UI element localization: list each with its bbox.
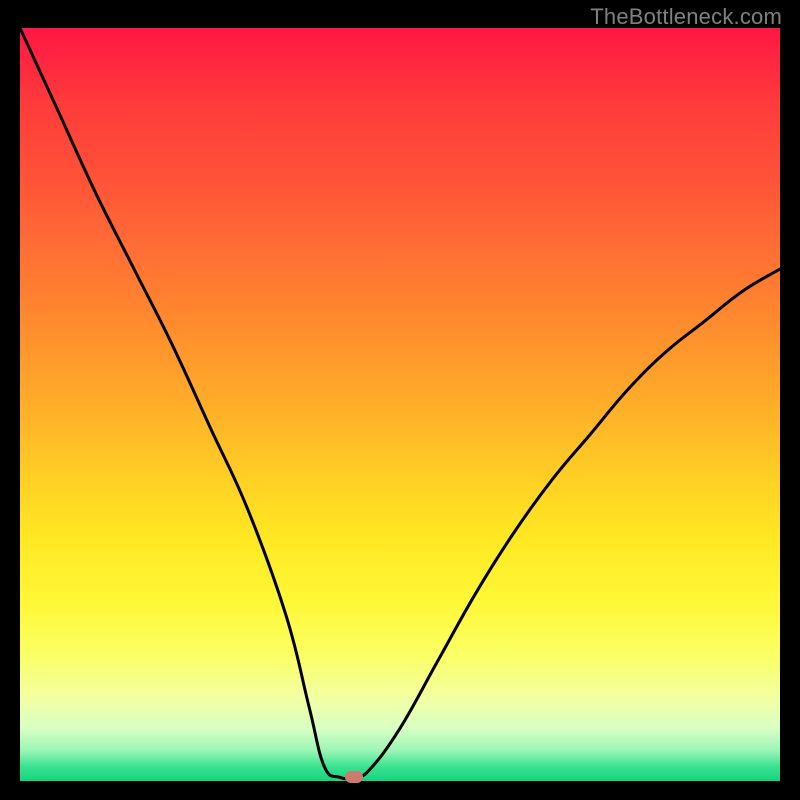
curve-overlay (20, 28, 780, 781)
bottleneck-curve (20, 28, 780, 779)
optimal-point-marker (345, 771, 363, 783)
chart-frame: TheBottleneck.com (0, 0, 800, 800)
watermark-text: TheBottleneck.com (590, 4, 782, 30)
plot-wrap (20, 28, 780, 781)
